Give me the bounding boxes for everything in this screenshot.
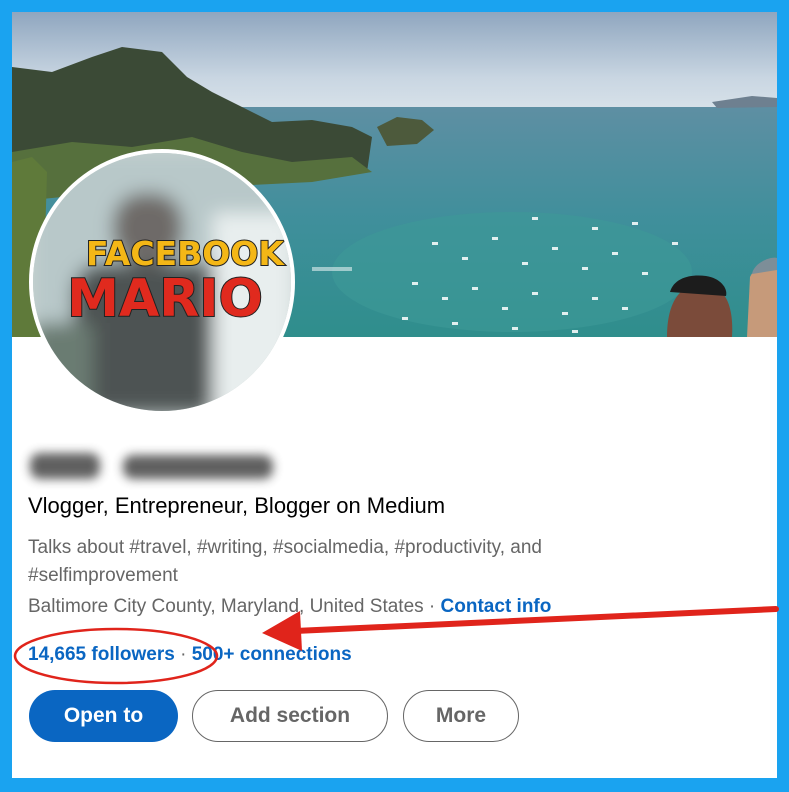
profile-card: FACEBOOK MARIO Vlogger, Entrepreneur, Bl…: [12, 12, 777, 778]
add-section-button[interactable]: Add section: [192, 690, 388, 742]
followers-link[interactable]: 14,665 followers: [28, 644, 175, 665]
profile-location: Baltimore City County, Maryland, United …: [28, 596, 424, 617]
connections-link[interactable]: 500+ connections: [192, 644, 352, 665]
contact-info-link[interactable]: Contact info: [441, 596, 552, 617]
separator: ·: [423, 596, 441, 617]
avatar-text-bottom: MARIO: [67, 269, 263, 329]
profile-stats: 14,665 followers · 500+ connections: [28, 644, 352, 666]
avatar-text-top: FACEBOOK: [86, 234, 285, 273]
profile-name-redacted: [28, 445, 273, 485]
more-button[interactable]: More: [403, 690, 519, 742]
profile-avatar[interactable]: FACEBOOK MARIO: [29, 149, 295, 415]
separator: ·: [174, 644, 192, 665]
open-to-button[interactable]: Open to: [29, 690, 178, 742]
profile-location-line: Baltimore City County, Maryland, United …: [28, 596, 551, 618]
profile-about: Talks about #travel, #writing, #socialme…: [28, 537, 542, 586]
profile-headline: Vlogger, Entrepreneur, Blogger on Medium: [28, 493, 446, 518]
